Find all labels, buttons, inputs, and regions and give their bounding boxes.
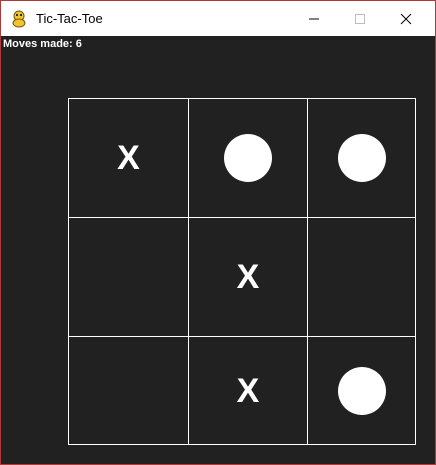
close-button[interactable]: [383, 1, 429, 36]
o-mark: [337, 134, 386, 182]
board-cell-r1-c2[interactable]: [189, 99, 307, 217]
o-mark: [224, 134, 272, 182]
title-bar[interactable]: Tic-Tac-Toe: [1, 1, 435, 36]
board-cell-r3-c1[interactable]: [69, 337, 188, 444]
board-cell-r3-c3[interactable]: [308, 337, 415, 444]
game-window: Tic-Tac-Toe Moves made: 6 X X X: [0, 0, 436, 465]
x-mark: X: [236, 258, 260, 296]
board-cell-r1-c3[interactable]: [308, 99, 415, 217]
board-cell-r2-c1[interactable]: [69, 218, 188, 336]
board-cell-r3-c2[interactable]: X: [189, 337, 307, 444]
window-title: Tic-Tac-Toe: [36, 11, 103, 26]
board-cell-r1-c1[interactable]: X: [69, 99, 188, 217]
game-canvas[interactable]: Moves made: 6 X X X: [1, 36, 435, 464]
o-mark: [337, 366, 386, 415]
maximize-icon: [355, 13, 365, 24]
board-cell-r2-c3[interactable]: [308, 218, 415, 336]
python-snake-icon: [12, 10, 26, 28]
minimize-button[interactable]: [291, 1, 337, 36]
moves-counter: Moves made: 6: [3, 38, 82, 50]
x-mark: X: [117, 139, 140, 177]
board-cell-r2-c2[interactable]: X: [189, 218, 307, 336]
x-mark: X: [236, 371, 260, 410]
minimize-icon: [309, 18, 319, 19]
maximize-button[interactable]: [337, 1, 383, 36]
close-icon: [400, 13, 412, 24]
tic-tac-toe-board[interactable]: X X X: [68, 98, 416, 445]
